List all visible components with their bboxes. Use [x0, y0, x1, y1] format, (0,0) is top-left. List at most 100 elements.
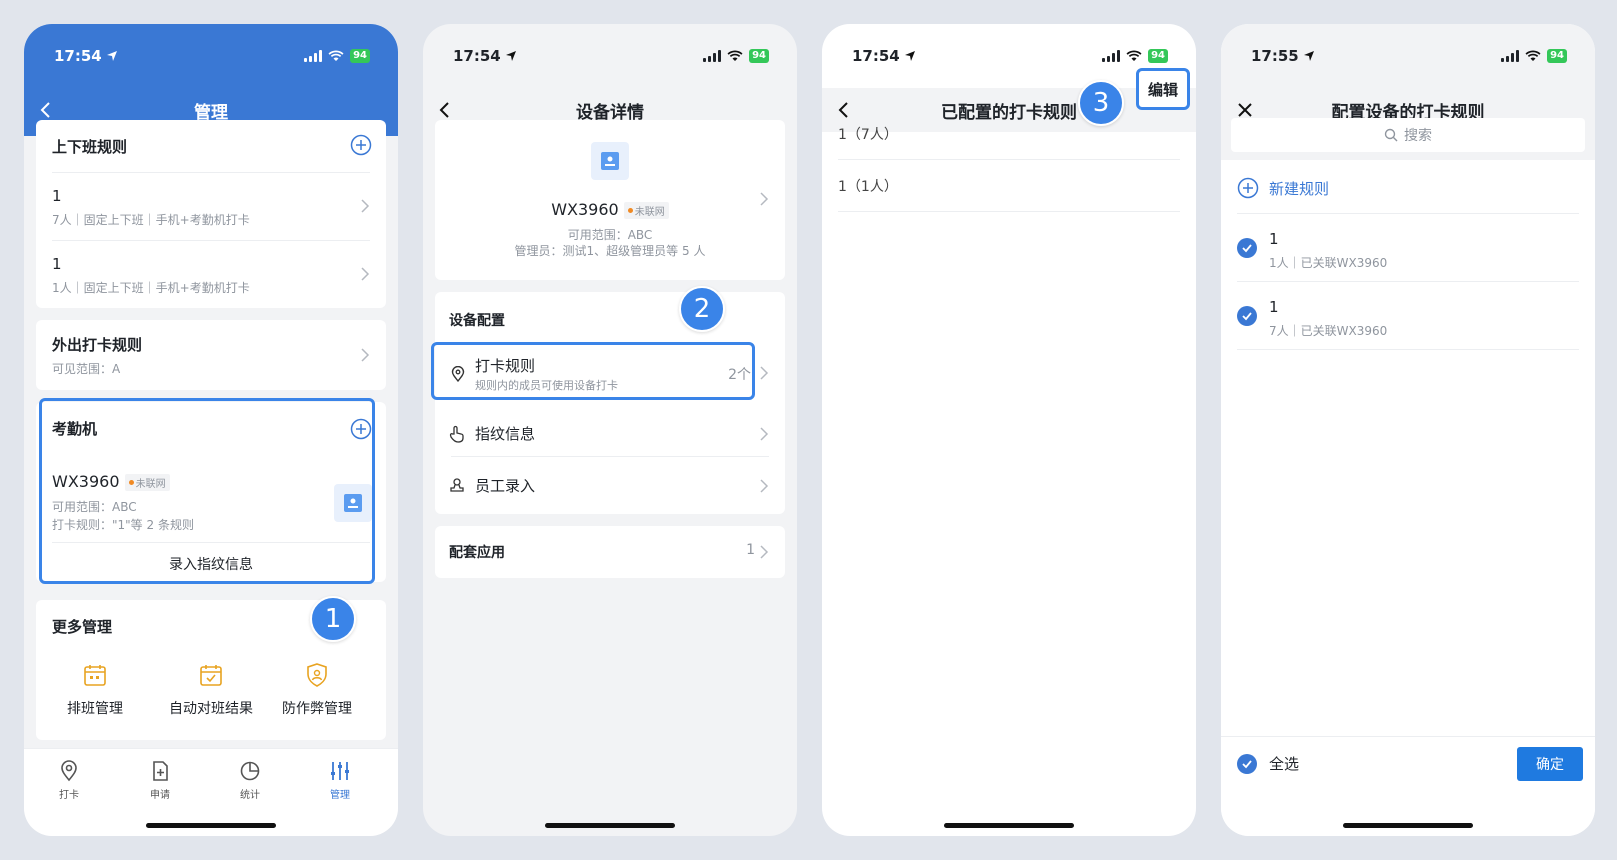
home-indicator	[1343, 823, 1473, 828]
step-badge: 1	[310, 596, 356, 642]
edit-button[interactable]: 编辑	[1136, 68, 1190, 110]
device-scope: 可用范围：ABC	[567, 228, 653, 242]
tab-label: 申请	[150, 790, 170, 801]
device-thumbnail	[334, 484, 372, 522]
wifi-icon	[1525, 50, 1541, 61]
fingerprint-label: 指纹信息	[475, 425, 536, 443]
phone-management: 17:54 94 管理 上下班规则 1 7人｜固定上下班｜手机+考勤机打卡 1 …	[24, 24, 398, 836]
rule-option-name: 1	[1269, 230, 1279, 248]
rule-option[interactable]: 1 7人｜已关联WX3960	[1221, 282, 1595, 350]
status-time: 17:55	[1251, 47, 1299, 65]
tab-punch[interactable]: 打卡	[39, 759, 99, 801]
location-pin-icon	[61, 760, 77, 782]
new-rule-label: 新建规则	[1269, 180, 1330, 198]
search-input[interactable]: 搜索	[1231, 118, 1585, 152]
shift-rules-card: 上下班规则 1 7人｜固定上下班｜手机+考勤机打卡 1 1人｜固定上下班｜手机+…	[36, 120, 386, 308]
auto-result-label: 自动对班结果	[169, 701, 253, 717]
outside-rules-card[interactable]: 外出打卡规则 可见范围：A	[36, 320, 386, 390]
chevron-right-icon	[760, 479, 769, 493]
status-badge: 未联网	[623, 202, 669, 219]
tab-label: 打卡	[59, 790, 79, 801]
pie-chart-icon	[240, 761, 260, 781]
confirm-button[interactable]: 确定	[1517, 747, 1583, 781]
device-scope: 可用范围：ABC	[52, 500, 137, 514]
shift-rules-title: 上下班规则	[52, 138, 128, 156]
shift-rule-item[interactable]: 1 1人｜固定上下班｜手机+考勤机打卡	[36, 241, 386, 307]
add-device-icon[interactable]	[350, 418, 372, 440]
status-bar: 17:55 94	[1221, 24, 1595, 74]
anti-cheat-label: 防作弊管理	[282, 701, 352, 717]
home-indicator	[944, 823, 1074, 828]
hand-pointer-icon	[449, 425, 464, 443]
search-icon	[1384, 128, 1398, 142]
tab-stats[interactable]: 统计	[220, 759, 280, 801]
home-indicator	[146, 823, 276, 828]
fingerprint-row[interactable]: 指纹信息	[435, 408, 785, 460]
chevron-right-icon	[760, 427, 769, 441]
checked-icon[interactable]	[1237, 238, 1257, 258]
back-chevron-icon[interactable]	[34, 98, 58, 122]
device-thumbnail	[591, 142, 629, 180]
punch-rule-title: 打卡规则	[475, 357, 536, 375]
device-name: WX3960	[551, 200, 619, 219]
calendar-check-icon	[200, 665, 222, 686]
sliders-icon	[331, 762, 349, 780]
shift-rule-name: 1	[52, 187, 62, 205]
shift-rule-name: 1	[52, 255, 62, 273]
divider	[52, 542, 370, 543]
device-rules: 打卡规则："1"等 2 条规则	[52, 518, 194, 532]
rule-option-name: 1	[1269, 298, 1279, 316]
punch-rule-row[interactable]: 打卡规则 规则内的成员可使用设备打卡 2个	[445, 346, 775, 400]
anti-cheat-button[interactable]: 防作弊管理	[273, 662, 361, 718]
shift-schedule-button[interactable]: 排班管理	[51, 662, 139, 718]
chevron-right-icon	[361, 348, 370, 362]
configured-rule-item[interactable]: 1（7人）	[822, 108, 1196, 160]
attendance-device-icon	[344, 494, 362, 512]
employee-entry-row[interactable]: 员工录入	[435, 460, 785, 512]
tab-manage[interactable]: 管理	[310, 759, 370, 801]
calendar-grid-icon	[84, 665, 106, 686]
signal-icon	[703, 50, 722, 62]
configured-rule-item[interactable]: 1（1人）	[822, 160, 1196, 212]
divider	[838, 211, 1180, 212]
wifi-icon	[328, 50, 344, 61]
chevron-right-icon	[361, 267, 370, 281]
device-row[interactable]: WX3960 未联网	[52, 472, 170, 491]
tab-apply[interactable]: 申请	[130, 759, 190, 801]
enter-fingerprint-button[interactable]: 录入指纹信息	[36, 554, 386, 574]
attendance-machine-card: 考勤机 WX3960 未联网 可用范围：ABC 打卡规则："1"等 2 条规则 …	[36, 402, 386, 582]
checked-icon[interactable]	[1237, 306, 1257, 326]
rule-option[interactable]: 1 1人｜已关联WX3960	[1221, 214, 1595, 282]
punch-rule-count: 2个	[728, 367, 751, 383]
outside-rules-title: 外出打卡规则	[52, 336, 143, 354]
select-all-toggle[interactable]: 全选	[1237, 753, 1299, 774]
apps-count: 1	[746, 542, 755, 558]
auto-result-button[interactable]: 自动对班结果	[161, 662, 261, 718]
device-admins: 管理员：测试1、超级管理员等 5 人	[514, 244, 706, 258]
divider	[1237, 349, 1579, 350]
shift-rule-item[interactable]: 1 7人｜固定上下班｜手机+考勤机打卡	[36, 173, 386, 239]
chevron-right-icon	[760, 545, 769, 559]
user-stamp-icon	[450, 478, 464, 492]
chevron-right-icon	[361, 199, 370, 213]
chevron-right-icon	[760, 366, 769, 380]
rule-option-desc: 7人｜已关联WX3960	[1269, 324, 1388, 338]
document-plus-icon	[153, 761, 168, 781]
chevron-right-icon	[760, 192, 769, 206]
tab-label: 管理	[330, 790, 350, 801]
new-rule-button[interactable]: 新建规则	[1221, 162, 1595, 214]
device-info-card[interactable]: WX3960 未联网 可用范围：ABC 管理员：测试1、超级管理员等 5 人	[435, 120, 785, 280]
device-config-card: 设备配置 打卡规则 规则内的成员可使用设备打卡 2个 指纹信息 员工录入	[435, 292, 785, 514]
location-arrow-icon	[1303, 51, 1314, 61]
back-chevron-icon[interactable]	[433, 98, 457, 122]
shield-user-icon	[307, 663, 327, 687]
select-all-label: 全选	[1269, 755, 1300, 773]
attendance-device-icon	[601, 152, 619, 170]
shift-schedule-label: 排班管理	[67, 701, 123, 717]
add-shift-rule-icon[interactable]	[350, 134, 372, 156]
status-bar: 17:54 94	[423, 24, 797, 74]
divider	[451, 456, 769, 457]
apps-row[interactable]: 配套应用 1	[435, 526, 785, 578]
location-arrow-icon	[505, 51, 516, 61]
device-config-title: 设备配置	[449, 313, 505, 329]
